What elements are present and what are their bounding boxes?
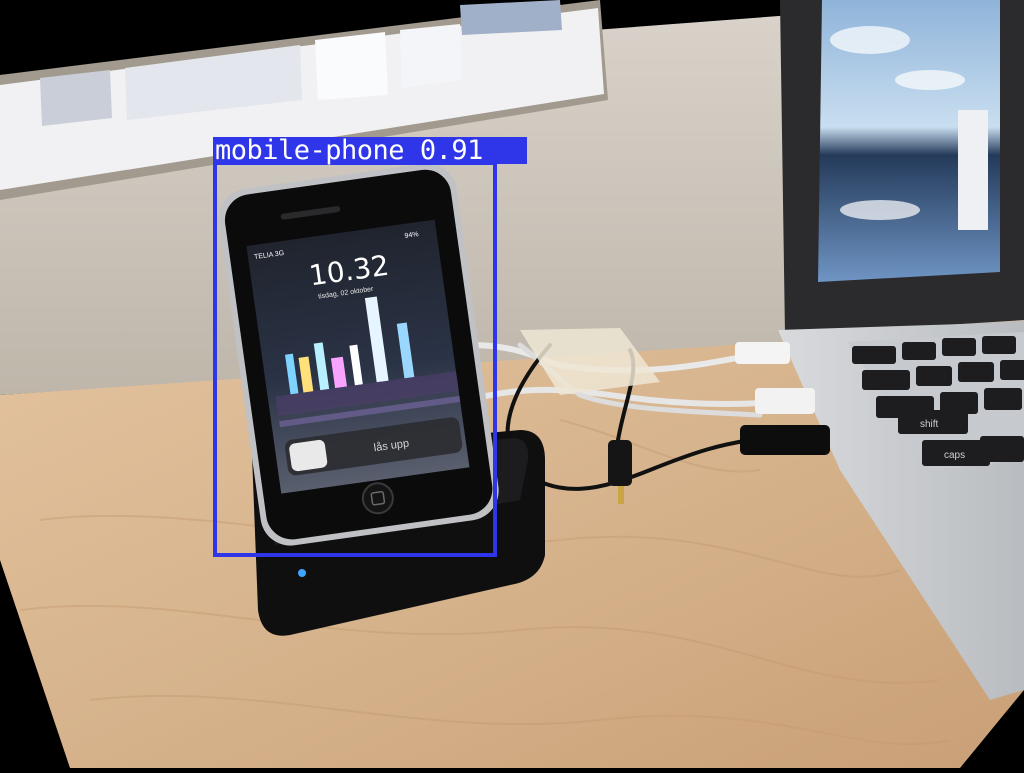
usb-plug-1 [735, 342, 790, 364]
usb-plug-2 [755, 388, 815, 414]
picture-photo-1 [40, 70, 112, 126]
audio-jack [608, 440, 632, 486]
usb-plug-black [740, 425, 830, 455]
detection-label: mobile-phone 0.91 [213, 137, 527, 164]
shift-key-label: shift [920, 419, 939, 430]
shift-key: shift [898, 410, 968, 434]
dock-led [298, 569, 306, 577]
photo-canvas: shift caps TELIA 3G 94% 10.32 tisdag, 02… [0, 0, 1024, 768]
picture-photo-4 [400, 24, 462, 88]
detection-box [213, 161, 497, 557]
picture-photo-5 [460, 0, 562, 35]
caps-key-label: caps [944, 450, 965, 461]
laptop-window-panel [958, 110, 988, 230]
caps-key: caps [922, 440, 990, 466]
picture-photo-3 [315, 32, 388, 100]
photo-scene: shift caps TELIA 3G 94% 10.32 tisdag, 02… [0, 0, 1024, 768]
detection-confidence: 0.91 [419, 135, 484, 166]
detection-class: mobile-phone [215, 135, 405, 166]
key-z [980, 436, 1024, 462]
audio-jack-tip [618, 486, 624, 504]
